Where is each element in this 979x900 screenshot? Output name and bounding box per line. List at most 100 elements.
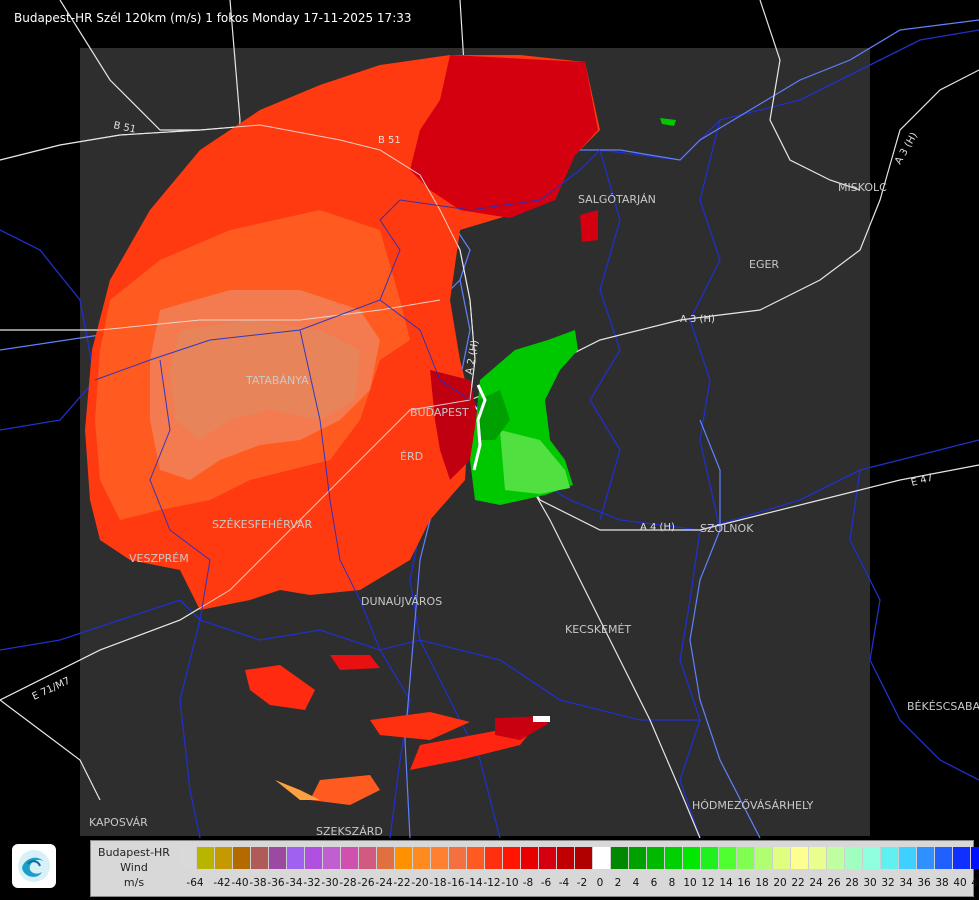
legend-swatch	[917, 847, 935, 869]
legend-tick-label: -40	[231, 877, 249, 889]
legend-tick-label: -32	[303, 877, 321, 889]
legend-tick-label: 40	[953, 877, 967, 889]
legend-swatch	[287, 847, 305, 869]
color-legend: Budapest-HR Wind m/s -64 -42 -40 -38 -36 -34-…	[90, 840, 979, 897]
legend-tick-label: -8	[522, 877, 534, 889]
legend-tick-label: -6	[540, 877, 552, 889]
city-label-eger: EGER	[749, 258, 779, 271]
legend-swatch	[323, 847, 341, 869]
legend-swatch	[359, 847, 377, 869]
road-label-b51-east: B 51	[378, 135, 401, 146]
radar-logo-icon	[12, 844, 56, 888]
legend-swatch	[431, 847, 449, 869]
legend-swatch	[737, 847, 755, 869]
road-label-e71: E 71/M7	[31, 676, 72, 703]
city-label-bekescsaba: BÉKÉSCSABA	[907, 700, 979, 713]
legend-tick-label: -28	[339, 877, 357, 889]
legend-swatch	[971, 847, 979, 869]
city-label-dunaujvaros: DUNAÚJVÁROS	[361, 595, 442, 608]
legend-swatch	[755, 847, 773, 869]
city-label-szekesfehervar: SZÉKESFEHÉRVÁR	[212, 518, 313, 531]
city-label-budapest: BUDAPEST	[410, 406, 469, 419]
road-label-e47: E 47	[910, 473, 934, 489]
legend-tick-label: 14	[719, 877, 733, 889]
legend-swatch	[575, 847, 593, 869]
legend-swatch	[521, 847, 539, 869]
legend-swatch	[467, 847, 485, 869]
legend-swatches	[179, 847, 979, 869]
legend-swatch	[719, 847, 737, 869]
road-label-a3-east: A 3 (H)	[893, 131, 920, 167]
legend-swatch	[827, 847, 845, 869]
legend-swatch	[305, 847, 323, 869]
echo-white-spot	[533, 716, 550, 722]
legend-tick-label: -64	[186, 877, 204, 889]
legend-tick-label: 34	[899, 877, 913, 889]
legend-tick-label: -30	[321, 877, 339, 889]
legend-swatch	[503, 847, 521, 869]
city-label-erd: ÉRD	[400, 450, 423, 463]
legend-tick-label: -24	[375, 877, 393, 889]
legend-tick-label: -2	[576, 877, 588, 889]
legend-swatch	[215, 847, 233, 869]
legend-swatch	[647, 847, 665, 869]
road-label-a3-mid: A 3 (H)	[680, 314, 715, 325]
legend-tick-label: 24	[809, 877, 823, 889]
legend-tick-label: -20	[411, 877, 429, 889]
legend-swatch	[773, 847, 791, 869]
legend-swatch	[935, 847, 953, 869]
legend-tick-label: 42	[971, 877, 979, 889]
legend-tick-label: 4	[632, 877, 640, 889]
city-label-szekszard: SZEKSZÁRD	[316, 825, 383, 838]
legend-tick-label: 8	[668, 877, 676, 889]
legend-swatch	[251, 847, 269, 869]
road-label-a4: A 4 (H)	[640, 522, 675, 533]
echo-cell-8	[580, 210, 598, 242]
legend-swatch	[629, 847, 647, 869]
legend-product: Wind	[120, 861, 148, 874]
legend-swatch	[881, 847, 899, 869]
legend-label: Budapest-HR Wind m/s	[91, 845, 177, 890]
legend-tick-label: -12	[483, 877, 501, 889]
radar-map: SALGÓTARJÁN MISKOLC EGER TATABÁNYA BUDAP…	[0, 0, 979, 838]
legend-swatch	[845, 847, 863, 869]
legend-tick-label: 12	[701, 877, 715, 889]
legend-tick-label: 30	[863, 877, 877, 889]
legend-swatch	[539, 847, 557, 869]
city-label-veszprem: VESZPRÉM	[129, 552, 189, 565]
legend-tick-label: -34	[285, 877, 303, 889]
legend-tick-label: -4	[558, 877, 570, 889]
legend-tick-label: -18	[429, 877, 447, 889]
legend-tick-label: 20	[773, 877, 787, 889]
city-label-szolnok: SZOLNOK	[700, 522, 754, 535]
legend-swatch	[809, 847, 827, 869]
city-label-kecskemet: KECSKEMÉT	[565, 623, 631, 636]
legend-tick-label: -16	[447, 877, 465, 889]
legend-tick-label: 28	[845, 877, 859, 889]
legend-tick-label: -38	[249, 877, 267, 889]
city-label-miskolc: MISKOLC	[838, 181, 887, 194]
legend-swatch	[179, 847, 197, 869]
legend-tick-label: 2	[614, 877, 622, 889]
legend-tick-label: 22	[791, 877, 805, 889]
legend-swatch	[197, 847, 215, 869]
legend-swatch	[701, 847, 719, 869]
city-label-kaposvar: KAPOSVÁR	[89, 816, 148, 829]
legend-swatch	[683, 847, 701, 869]
city-label-hodmezovasarhely: HÓDMEZŐVÁSÁRHELY	[692, 798, 814, 812]
legend-tick-label: -22	[393, 877, 411, 889]
legend-tick-label: 10	[683, 877, 697, 889]
legend-swatch	[863, 847, 881, 869]
legend-tick-label: 16	[737, 877, 751, 889]
legend-swatch	[341, 847, 359, 869]
legend-swatch	[953, 847, 971, 869]
legend-tick-label: 0	[596, 877, 604, 889]
legend-swatch	[395, 847, 413, 869]
legend-swatch	[233, 847, 251, 869]
legend-tick-label: -26	[357, 877, 375, 889]
legend-swatch	[611, 847, 629, 869]
legend-tick-label: 32	[881, 877, 895, 889]
legend-swatch	[377, 847, 395, 869]
radar-title: Budapest-HR Szél 120km (m/s) 1 fokos Mon…	[14, 11, 412, 25]
legend-tick-label: -10	[501, 877, 519, 889]
